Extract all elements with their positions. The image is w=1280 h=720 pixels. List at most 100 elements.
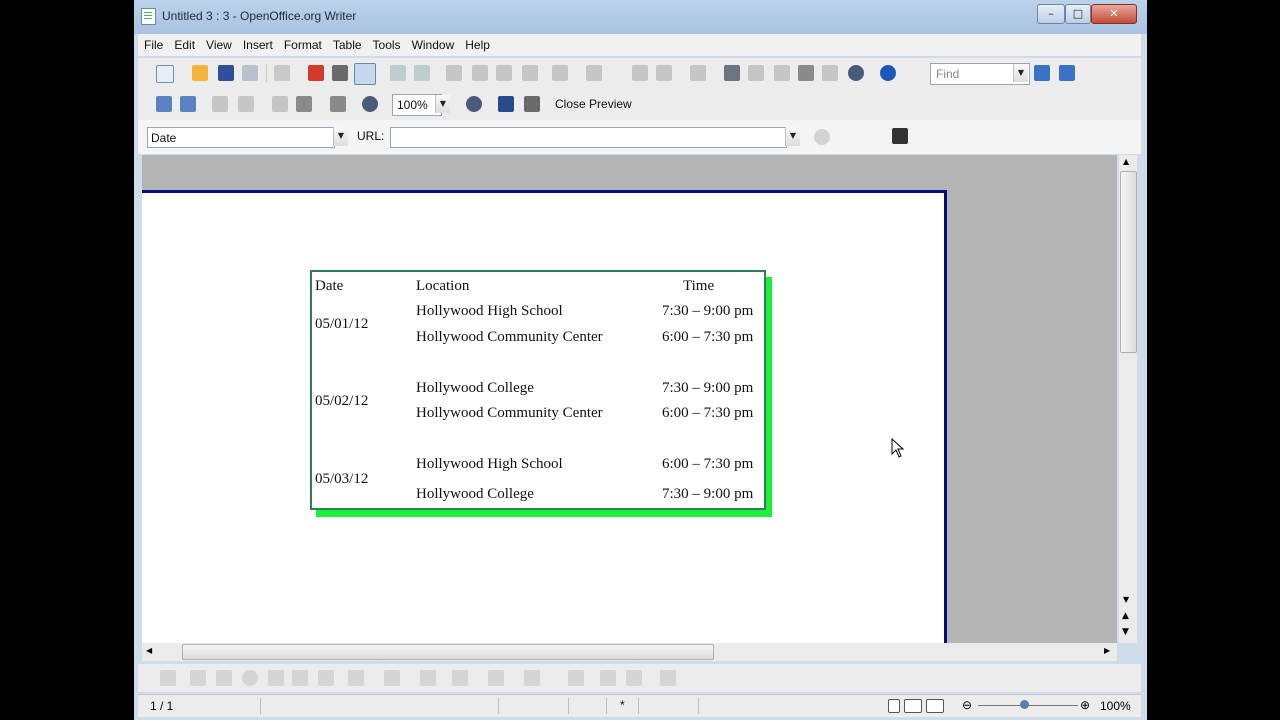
previous-page-icon[interactable] bbox=[156, 96, 172, 112]
find-dropdown-button[interactable]: ▼ bbox=[1013, 64, 1028, 82]
previous-page-scroll-icon[interactable]: ▲ bbox=[1122, 611, 1129, 621]
hyperlink-name-dropdown[interactable]: ▼ bbox=[333, 127, 348, 146]
save-icon[interactable] bbox=[218, 65, 234, 81]
menu-file[interactable]: File bbox=[138, 34, 168, 52]
full-screen-icon[interactable] bbox=[498, 96, 514, 112]
url-field[interactable] bbox=[390, 127, 787, 148]
help-icon[interactable] bbox=[880, 65, 896, 81]
mouse-cursor-icon bbox=[891, 438, 905, 458]
scroll-left-icon[interactable]: ◀ bbox=[146, 646, 152, 655]
scroll-right-icon[interactable]: ▶ bbox=[1104, 646, 1110, 655]
zoom-out-slider-icon[interactable]: ⊖ bbox=[962, 698, 972, 712]
line-icon[interactable] bbox=[190, 670, 206, 686]
table-frame[interactable]: Date Location Time 05/01/12 Hollywood Hi… bbox=[310, 270, 766, 510]
formatting-marks-icon[interactable] bbox=[822, 65, 838, 81]
new-document-icon[interactable] bbox=[156, 65, 174, 83]
binoculars-icon[interactable] bbox=[892, 128, 908, 144]
navigator-icon[interactable] bbox=[748, 65, 764, 81]
horizontal-scrollbar[interactable]: ◀ ▶ bbox=[142, 643, 1117, 661]
block-arrows-icon[interactable] bbox=[420, 670, 436, 686]
page-preview-icon[interactable] bbox=[354, 63, 376, 85]
menu-window[interactable]: Window bbox=[406, 34, 460, 52]
single-page-view-icon[interactable] bbox=[888, 699, 900, 713]
document-page: Date Location Time 05/01/12 Hollywood Hi… bbox=[142, 190, 947, 643]
freeform-icon[interactable] bbox=[268, 670, 284, 686]
horizontal-scroll-thumb[interactable] bbox=[182, 644, 714, 660]
callout-shapes-icon[interactable] bbox=[488, 670, 504, 686]
find-previous-icon[interactable] bbox=[1059, 65, 1075, 81]
open-folder-icon[interactable] bbox=[192, 65, 208, 81]
zoom-slider-handle[interactable] bbox=[1020, 700, 1029, 709]
scroll-down-icon[interactable]: ▼ bbox=[1123, 595, 1129, 604]
minimize-button[interactable]: – bbox=[1037, 4, 1065, 24]
book-view-icon[interactable] bbox=[926, 699, 944, 713]
zoom-dropdown-button[interactable]: ▼ bbox=[435, 95, 450, 113]
last-page-icon[interactable] bbox=[238, 96, 254, 112]
fontwork-icon[interactable] bbox=[600, 670, 616, 686]
menu-tools[interactable]: Tools bbox=[367, 34, 406, 52]
first-page-icon[interactable] bbox=[212, 96, 228, 112]
spellcheck-icon[interactable] bbox=[390, 65, 406, 81]
from-file-icon[interactable] bbox=[626, 670, 642, 686]
hyperlink-name-field[interactable]: Date bbox=[147, 127, 335, 148]
print-icon[interactable] bbox=[332, 65, 348, 81]
text-icon[interactable] bbox=[292, 670, 308, 686]
menu-insert[interactable]: Insert bbox=[237, 34, 278, 52]
close-preview-button[interactable]: Close Preview bbox=[555, 97, 632, 111]
redo-icon[interactable] bbox=[586, 65, 602, 81]
vertical-scrollbar[interactable]: ▲ ▼ ▲ ▼ bbox=[1119, 155, 1137, 643]
header-time: Time bbox=[683, 278, 715, 294]
drawing-toolbar bbox=[138, 664, 1141, 692]
zoom-out-icon[interactable] bbox=[466, 96, 482, 112]
callouts-icon[interactable] bbox=[318, 670, 334, 686]
menu-help[interactable]: Help bbox=[459, 34, 495, 52]
zoom-in-slider-icon[interactable]: ⊕ bbox=[1080, 698, 1090, 712]
flowcharts-icon[interactable] bbox=[452, 670, 468, 686]
multiple-pages-icon[interactable] bbox=[296, 96, 312, 112]
zoom-icon[interactable] bbox=[848, 65, 864, 81]
autospellcheck-icon[interactable] bbox=[414, 65, 430, 81]
two-pages-icon[interactable] bbox=[272, 96, 288, 112]
maximize-button[interactable]: □ bbox=[1065, 4, 1091, 24]
email-icon[interactable] bbox=[242, 65, 258, 81]
next-page-icon[interactable] bbox=[180, 96, 196, 112]
copy-icon[interactable] bbox=[472, 65, 488, 81]
ellipse-icon[interactable] bbox=[242, 670, 258, 686]
status-divider bbox=[260, 698, 261, 714]
symbol-shapes-icon[interactable] bbox=[384, 670, 400, 686]
menu-view[interactable]: View bbox=[200, 34, 237, 52]
multi-page-view-icon[interactable] bbox=[904, 699, 922, 713]
table-icon[interactable] bbox=[656, 65, 672, 81]
zoom-in-icon[interactable] bbox=[362, 96, 378, 112]
menu-edit[interactable]: Edit bbox=[168, 34, 200, 52]
export-pdf-icon[interactable] bbox=[308, 65, 324, 81]
document-canvas[interactable]: Date Location Time 05/01/12 Hollywood Hi… bbox=[142, 155, 1117, 643]
insert-hyperlink-icon[interactable] bbox=[814, 129, 830, 145]
close-button[interactable]: ✕ bbox=[1091, 4, 1137, 24]
edit-file-icon[interactable] bbox=[274, 65, 290, 81]
menu-format[interactable]: Format bbox=[278, 34, 327, 52]
find-replace-icon[interactable] bbox=[724, 65, 740, 81]
stars-icon[interactable] bbox=[524, 670, 540, 686]
undo-icon[interactable] bbox=[552, 65, 568, 81]
basic-shapes-icon[interactable] bbox=[348, 670, 364, 686]
data-sources-icon[interactable] bbox=[798, 65, 814, 81]
points-icon[interactable] bbox=[568, 670, 584, 686]
hyperlink-icon[interactable] bbox=[632, 65, 648, 81]
next-page-scroll-icon[interactable]: ▼ bbox=[1122, 627, 1129, 637]
extrusion-icon[interactable] bbox=[660, 670, 676, 686]
clone-formatting-icon[interactable] bbox=[522, 65, 538, 81]
rectangle-icon[interactable] bbox=[216, 670, 232, 686]
find-next-icon[interactable] bbox=[1034, 65, 1050, 81]
paste-icon[interactable] bbox=[496, 65, 512, 81]
book-preview-icon[interactable] bbox=[330, 96, 346, 112]
scroll-up-icon[interactable]: ▲ bbox=[1123, 157, 1129, 166]
select-icon[interactable] bbox=[160, 670, 176, 686]
menu-table[interactable]: Table bbox=[327, 34, 367, 52]
gallery-icon[interactable] bbox=[774, 65, 790, 81]
cut-icon[interactable] bbox=[446, 65, 462, 81]
vertical-scroll-thumb[interactable] bbox=[1120, 171, 1137, 353]
show-draw-functions-icon[interactable] bbox=[690, 65, 706, 81]
url-dropdown[interactable]: ▼ bbox=[785, 127, 800, 146]
print-page-view-icon[interactable] bbox=[524, 96, 540, 112]
